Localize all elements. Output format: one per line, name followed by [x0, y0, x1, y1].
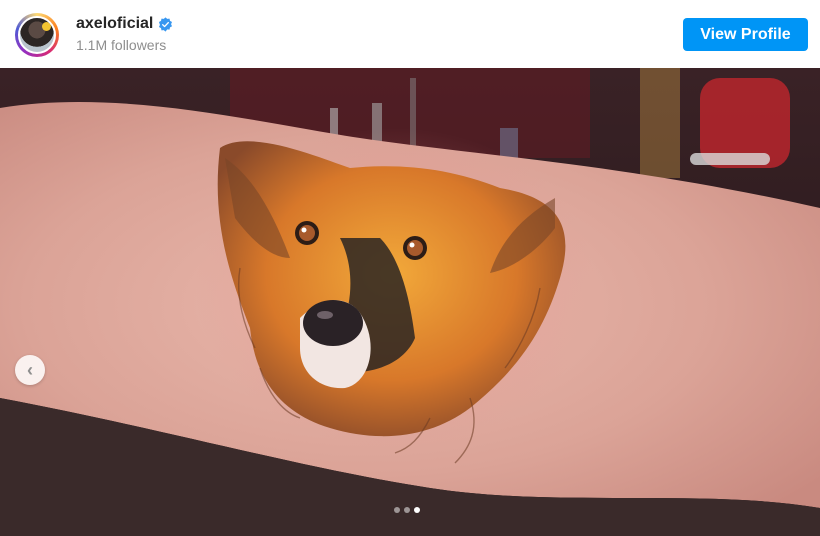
carousel-dot[interactable]: [404, 507, 410, 513]
username-row: axeloficial: [76, 15, 173, 33]
carousel-dot-active[interactable]: [414, 507, 420, 513]
post-image[interactable]: ‹: [0, 68, 820, 536]
avatar-accent: [42, 22, 51, 31]
avatar-image: [18, 16, 56, 54]
post-header: axeloficial 1.1M followers View Profile: [0, 0, 820, 68]
carousel-prev-button[interactable]: ‹: [15, 355, 45, 385]
tattoo-photo-illustration: [0, 68, 820, 536]
username-link[interactable]: axeloficial: [76, 15, 153, 33]
chevron-left-icon: ‹: [27, 359, 33, 380]
view-profile-button[interactable]: View Profile: [683, 18, 808, 51]
profile-avatar[interactable]: [15, 13, 59, 57]
carousel-indicator: [394, 507, 420, 513]
follower-count: 1.1M followers: [76, 37, 167, 53]
verified-badge-icon: [159, 16, 173, 32]
carousel-dot[interactable]: [394, 507, 400, 513]
